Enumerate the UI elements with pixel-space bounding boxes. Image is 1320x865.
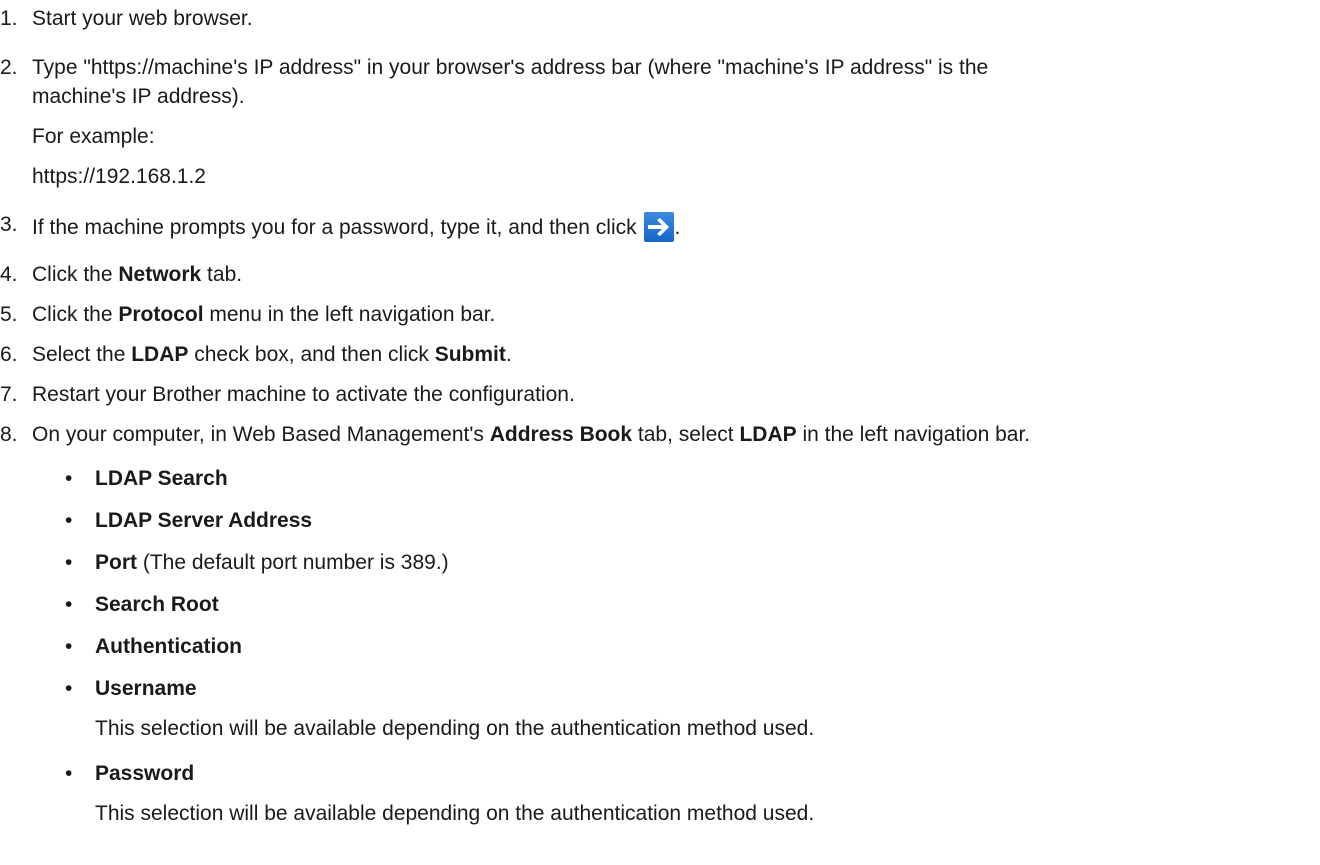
step-3-text: If the machine prompts you for a passwor… — [32, 216, 637, 239]
protocol-menu-ref: Protocol — [118, 303, 204, 326]
ldap-nav-ref: LDAP — [739, 423, 797, 446]
submit-button-ref: Submit — [434, 343, 506, 366]
network-tab-ref: Network — [118, 263, 202, 286]
right-arrow-icon[interactable] — [644, 212, 675, 242]
address-book-tab-ref: Address Book — [489, 423, 633, 446]
ldap-checkbox-ref: LDAP — [131, 343, 189, 366]
step-3-period: . — [674, 216, 681, 239]
instructions-document: 1. Start your web browser. 2. Type "http… — [0, 7, 1031, 825]
